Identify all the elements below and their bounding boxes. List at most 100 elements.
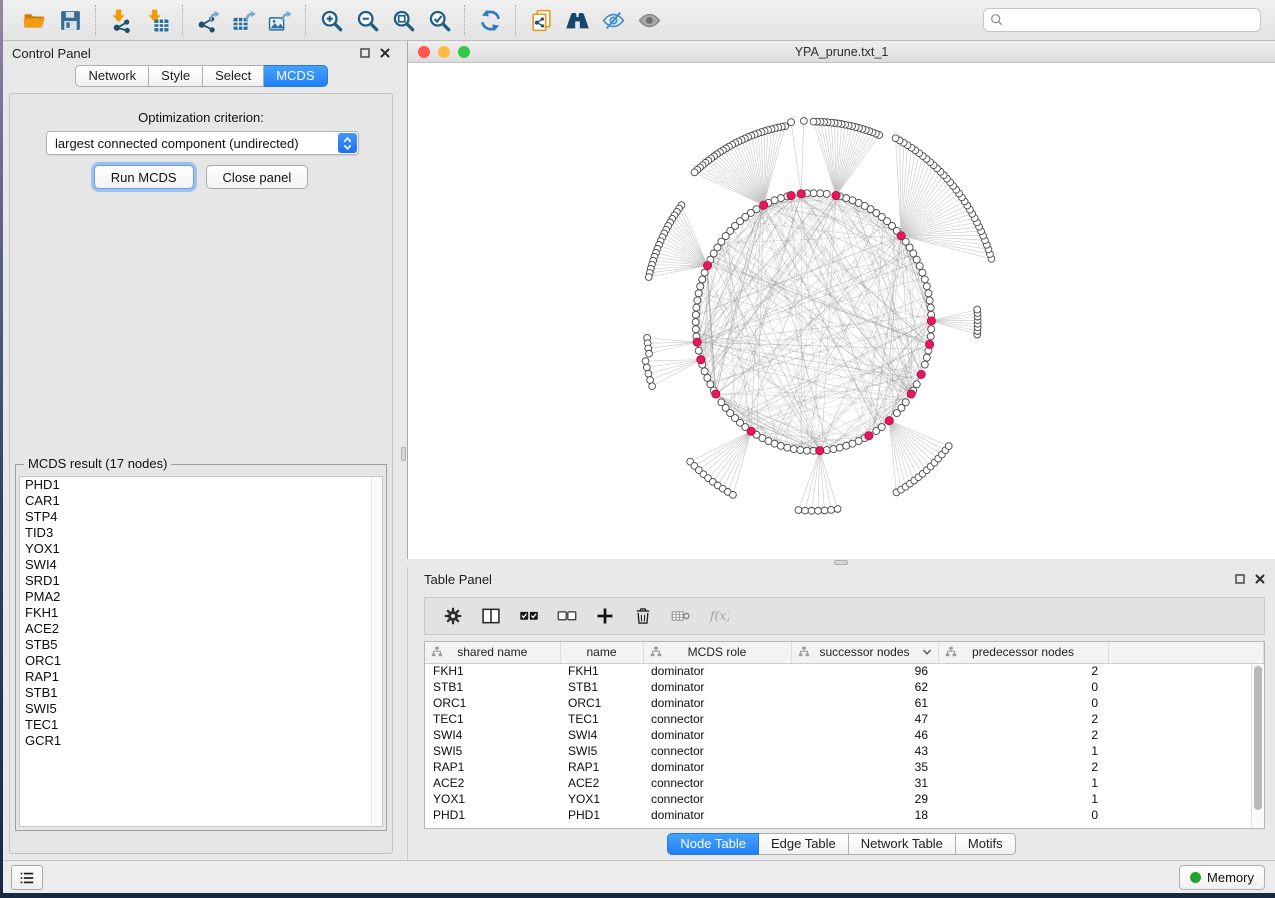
table-deselect-all-button[interactable]: [551, 601, 583, 631]
mcds-result-item[interactable]: SWI5: [20, 701, 382, 717]
network-canvas[interactable]: [408, 63, 1275, 559]
table-cell[interactable]: RAP1: [560, 759, 643, 775]
splitter-handle[interactable]: [401, 447, 406, 461]
table-cell[interactable]: dominator: [643, 727, 791, 743]
mcds-result-item[interactable]: GCR1: [20, 733, 382, 749]
search-input[interactable]: [1005, 10, 1260, 30]
table-cell[interactable]: STB1: [425, 679, 560, 695]
optimization-criterion-select[interactable]: largest connected component (undirected): [46, 131, 359, 155]
mcds-result-item[interactable]: FKH1: [20, 605, 382, 621]
tab-style[interactable]: Style: [149, 65, 203, 87]
table-cell[interactable]: 0: [938, 695, 1108, 711]
table-cell[interactable]: FKH1: [425, 663, 560, 679]
toolbar-refresh-button[interactable]: [472, 4, 508, 36]
column-header-shared-name[interactable]: shared name: [425, 642, 560, 663]
table-cell[interactable]: SWI5: [425, 743, 560, 759]
table-cell[interactable]: 61: [791, 695, 938, 711]
table-cell[interactable]: TEC1: [425, 711, 560, 727]
table-cell[interactable]: 31: [791, 775, 938, 791]
mcds-result-item[interactable]: PHD1: [20, 477, 382, 493]
table-settings-button[interactable]: [437, 601, 469, 631]
table-cell[interactable]: YOX1: [425, 791, 560, 807]
table-cell[interactable]: 2: [938, 663, 1108, 679]
table-cell[interactable]: ORC1: [425, 695, 560, 711]
toolbar-zoom-fit-button[interactable]: [385, 4, 421, 36]
table-cell[interactable]: 0: [938, 807, 1108, 823]
table-columns-button[interactable]: [475, 601, 507, 631]
mcds-result-item[interactable]: STB1: [20, 685, 382, 701]
tab-mcds[interactable]: MCDS: [264, 65, 327, 87]
toolbar-export-table-button[interactable]: [226, 4, 262, 36]
table-cell[interactable]: dominator: [643, 759, 791, 775]
table-cell[interactable]: 43: [791, 743, 938, 759]
table-cell[interactable]: SWI4: [560, 727, 643, 743]
table-cell[interactable]: STB1: [560, 679, 643, 695]
table-cell[interactable]: 1: [938, 791, 1108, 807]
mcds-result-item[interactable]: PMA2: [20, 589, 382, 605]
table-cell[interactable]: dominator: [643, 807, 791, 823]
table-cell[interactable]: ACE2: [425, 775, 560, 791]
toolbar-zoom-in-button[interactable]: [313, 4, 349, 36]
toolbar-import-table-button[interactable]: [139, 4, 175, 36]
mcds-result-item[interactable]: STP4: [20, 509, 382, 525]
table-tab-node-table[interactable]: Node Table: [667, 833, 759, 855]
network-graph[interactable]: [408, 63, 1275, 559]
table-cell[interactable]: 0: [938, 679, 1108, 695]
table-cell[interactable]: ACE2: [560, 775, 643, 791]
table-scrollbar-thumb[interactable]: [1254, 666, 1262, 810]
table-cell[interactable]: connector: [643, 743, 791, 759]
memory-button[interactable]: Memory: [1179, 865, 1265, 890]
horizontal-splitter[interactable]: [407, 559, 1275, 567]
mcds-result-item[interactable]: ACE2: [20, 621, 382, 637]
table-cell[interactable]: connector: [643, 791, 791, 807]
table-cell[interactable]: dominator: [643, 695, 791, 711]
table-cell[interactable]: ORC1: [560, 695, 643, 711]
table-delete-row-button[interactable]: [627, 601, 659, 631]
toolbar-zoom-out-button[interactable]: [349, 4, 385, 36]
table-cell[interactable]: dominator: [643, 679, 791, 695]
table-cell[interactable]: 46: [791, 727, 938, 743]
splitter-handle[interactable]: [834, 560, 848, 565]
table-cell[interactable]: 2: [938, 727, 1108, 743]
table-cell[interactable]: SWI5: [560, 743, 643, 759]
toolbar-find-neighbors-button[interactable]: [559, 4, 595, 36]
table-cell[interactable]: connector: [643, 775, 791, 791]
mcds-result-item[interactable]: YOX1: [20, 541, 382, 557]
column-header-predecessor-nodes[interactable]: predecessor nodes: [938, 642, 1108, 663]
mcds-result-item[interactable]: TEC1: [20, 717, 382, 733]
table-cell[interactable]: 2: [938, 711, 1108, 727]
column-header-name[interactable]: name: [560, 642, 643, 663]
table-cell[interactable]: 29: [791, 791, 938, 807]
column-header-successor-nodes[interactable]: successor nodes: [791, 642, 938, 663]
close-panel-action-button[interactable]: Close panel: [206, 165, 309, 189]
table-cell[interactable]: connector: [643, 711, 791, 727]
mcds-result-item[interactable]: SRD1: [20, 573, 382, 589]
mcds-result-item[interactable]: CAR1: [20, 493, 382, 509]
vertical-splitter[interactable]: [400, 41, 407, 860]
table-cell[interactable]: SWI4: [425, 727, 560, 743]
table-tab-edge-table[interactable]: Edge Table: [759, 833, 849, 855]
toolbar-save-session-button[interactable]: [52, 4, 88, 36]
mcds-result-list[interactable]: PHD1CAR1STP4TID3YOX1SWI4SRD1PMA2FKH1ACE2…: [19, 476, 383, 827]
float-table-panel-button[interactable]: [1234, 573, 1245, 584]
table-select-all-button[interactable]: [513, 601, 545, 631]
toolbar-import-network-button[interactable]: [103, 4, 139, 36]
mcds-result-item[interactable]: RAP1: [20, 669, 382, 685]
toolbar-hide-selected-button[interactable]: [595, 4, 631, 36]
mcds-result-item[interactable]: TID3: [20, 525, 382, 541]
table-cell[interactable]: 2: [938, 759, 1108, 775]
close-panel-button[interactable]: [379, 47, 390, 58]
table-cell[interactable]: 18: [791, 807, 938, 823]
task-history-button[interactable]: [11, 865, 43, 890]
tab-select[interactable]: Select: [203, 65, 264, 87]
float-panel-button[interactable]: [359, 47, 370, 58]
table-cell[interactable]: YOX1: [560, 791, 643, 807]
table-cell[interactable]: PHD1: [425, 807, 560, 823]
run-mcds-button[interactable]: Run MCDS: [94, 165, 194, 189]
toolbar-open-file-button[interactable]: [16, 4, 52, 36]
table-cell[interactable]: PHD1: [560, 807, 643, 823]
table-cell[interactable]: dominator: [643, 663, 791, 679]
toolbar-zoom-selected-button[interactable]: [421, 4, 457, 36]
table-cell[interactable]: 1: [938, 743, 1108, 759]
table-cell[interactable]: 96: [791, 663, 938, 679]
